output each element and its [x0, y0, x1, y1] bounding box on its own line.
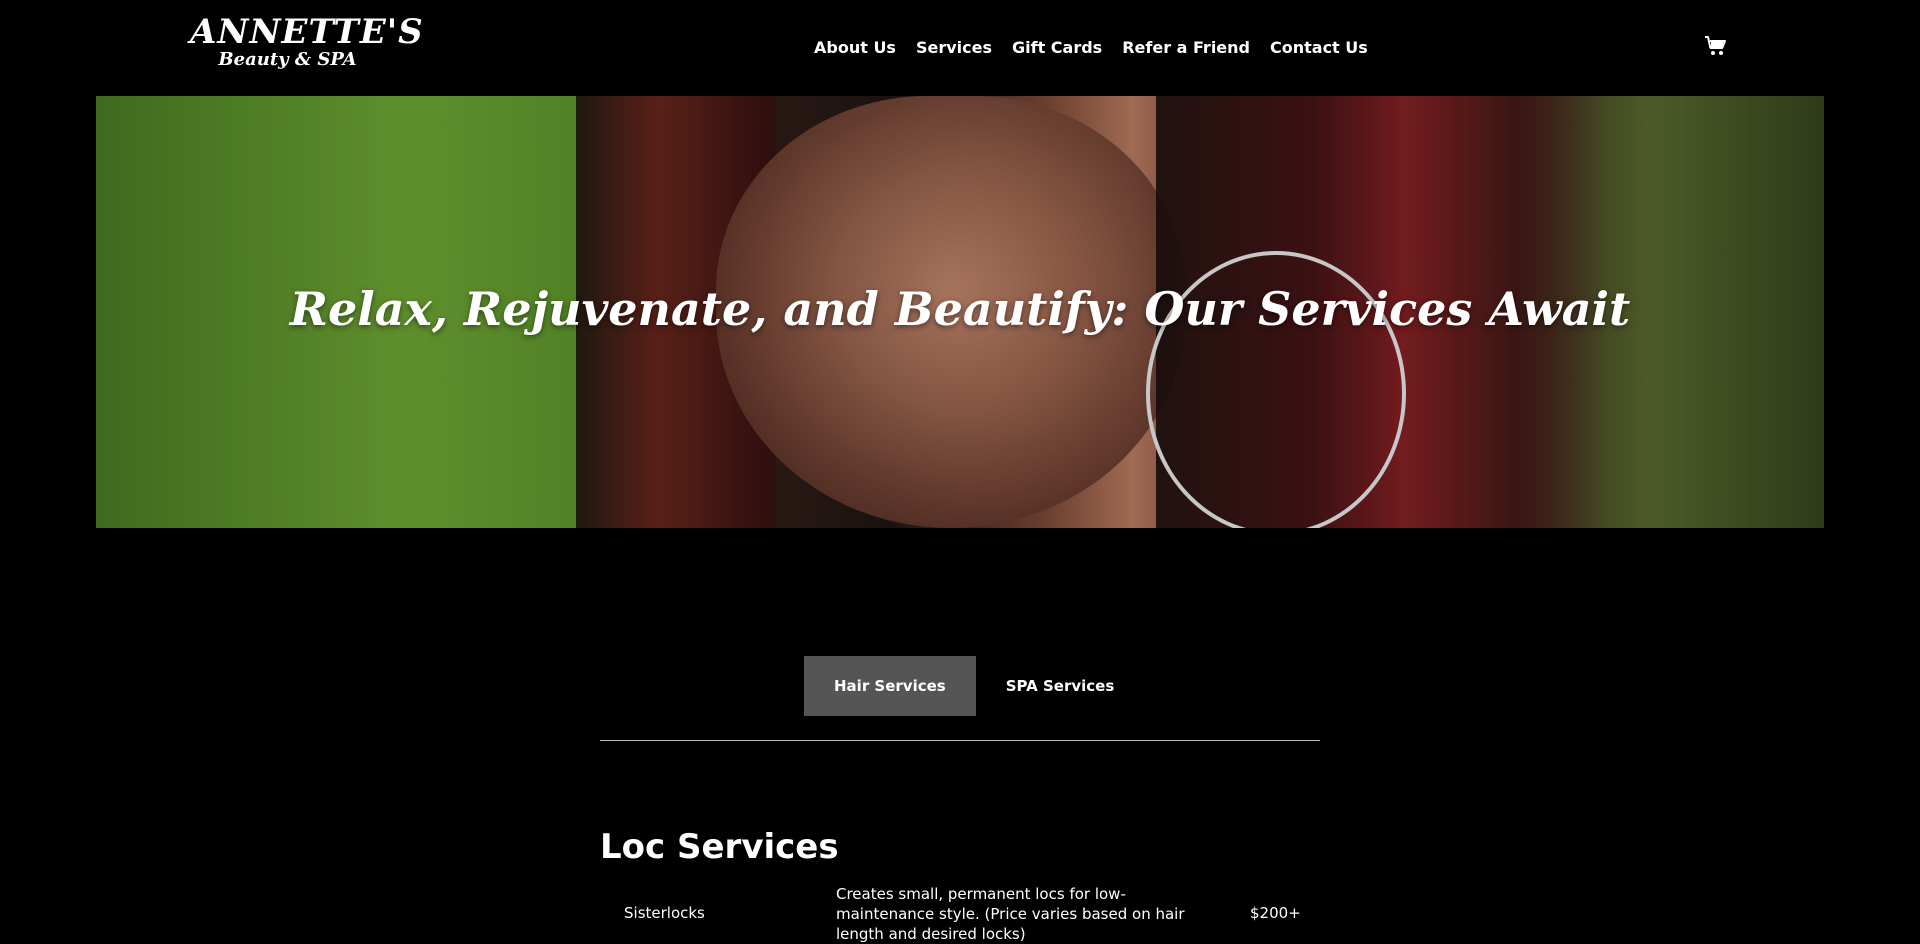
site-header: ANNETTE'S Beauty & SPA About Us Services… [0, 0, 1920, 96]
section-title: Loc Services [600, 827, 839, 867]
hero-banner: Relax, Rejuvenate, and Beautify: Our Ser… [96, 96, 1824, 528]
hero-title: Relax, Rejuvenate, and Beautify: Our Ser… [289, 282, 1631, 336]
nav-services[interactable]: Services [916, 38, 992, 62]
nav-gift-cards[interactable]: Gift Cards [1012, 38, 1102, 62]
service-name: Sisterlocks [624, 904, 705, 922]
service-description: Creates small, permanent locs for low-ma… [836, 885, 1185, 943]
main-nav: About Us Services Gift Cards Refer a Fri… [814, 38, 1368, 62]
tab-hair-services[interactable]: Hair Services [804, 656, 976, 716]
shopping-cart-icon[interactable] [1704, 34, 1728, 58]
service-price: $200+ [1250, 904, 1301, 922]
nav-contact-us[interactable]: Contact Us [1270, 38, 1368, 62]
tab-spa-services[interactable]: SPA Services [976, 656, 1145, 716]
service-tabs: Hair Services SPA Services [804, 656, 1144, 716]
service-row: Sisterlocks Creates small, permanent loc… [600, 884, 1320, 944]
nav-refer-a-friend[interactable]: Refer a Friend [1122, 38, 1250, 62]
logo[interactable]: ANNETTE'S Beauty & SPA [190, 12, 424, 70]
logo-sub-text: Beauty & SPA [218, 49, 357, 70]
section-divider [600, 740, 1320, 741]
logo-main-text: ANNETTE'S [190, 12, 424, 52]
nav-about-us[interactable]: About Us [814, 38, 896, 62]
